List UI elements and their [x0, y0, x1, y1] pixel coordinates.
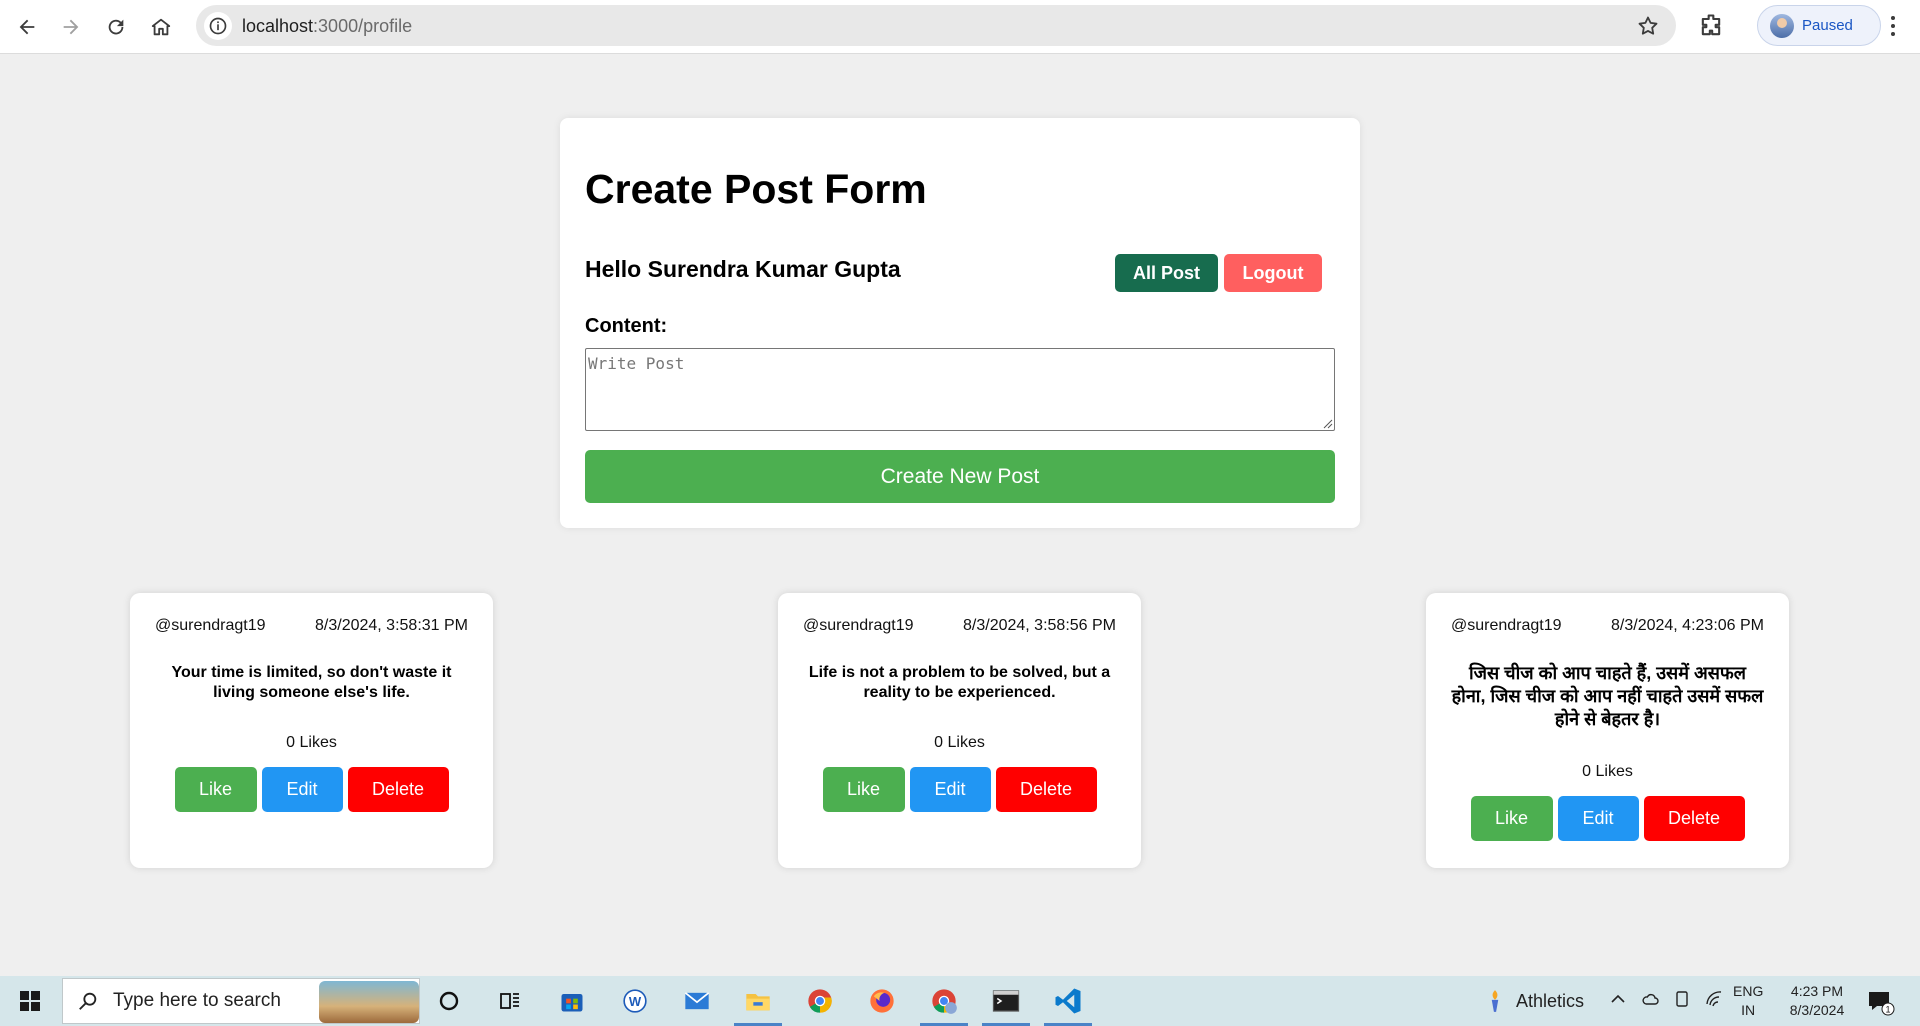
delete-button[interactable]: Delete: [995, 767, 1097, 812]
avatar: [1770, 13, 1794, 38]
device-icon[interactable]: [1673, 990, 1691, 1008]
url-host: localhost: [242, 16, 314, 36]
profile-button[interactable]: Paused: [1757, 5, 1881, 46]
post-actions: Like Edit Delete: [130, 767, 493, 812]
chevron-up-icon[interactable]: [1609, 990, 1627, 1008]
cloud-icon[interactable]: [1641, 990, 1659, 1008]
vscode-icon[interactable]: [1044, 985, 1092, 1026]
file-explorer-icon[interactable]: [734, 985, 782, 1026]
url-path: :3000/profile: [313, 16, 413, 36]
resize-grip-icon[interactable]: [1322, 418, 1333, 429]
browser-toolbar: localhost:3000/profile Paused: [0, 0, 1920, 54]
browser-menu-icon[interactable]: [1880, 12, 1906, 40]
chrome-profile-icon[interactable]: [920, 985, 968, 1026]
post-username: @surendragt19: [1451, 617, 1562, 634]
language-code: ENG: [1733, 983, 1764, 999]
reload-icon: [108, 19, 124, 35]
clock[interactable]: 4:23 PM 8/3/2024: [1782, 982, 1852, 1020]
edit-button[interactable]: Edit: [1557, 796, 1639, 841]
home-button[interactable]: [142, 8, 180, 46]
post-actions: Like Edit Delete: [1426, 796, 1789, 841]
delete-button[interactable]: Delete: [347, 767, 449, 812]
back-button[interactable]: [8, 8, 46, 46]
home-icon: [151, 18, 171, 36]
like-button[interactable]: Like: [174, 767, 257, 812]
content-label: Content:: [585, 315, 668, 337]
post-card: @surendragt19 8/3/2024, 3:58:56 PM Life …: [778, 593, 1141, 868]
post-username: @surendragt19: [803, 617, 914, 634]
edit-button[interactable]: Edit: [909, 767, 991, 812]
page-title: Create Post Form: [585, 166, 927, 212]
forward-button[interactable]: [52, 8, 90, 46]
taskbar: Type here to search W Athletics ENG IN 4…: [0, 976, 1920, 1026]
weather-text: Athletics: [1516, 990, 1585, 1011]
address-bar[interactable]: localhost:3000/profile: [196, 5, 1676, 46]
svg-text:W: W: [629, 994, 642, 1009]
torch-icon: [1491, 990, 1499, 1012]
post-content: Life is not a problem to be solved, but …: [808, 664, 1111, 701]
edit-button[interactable]: Edit: [261, 767, 343, 812]
post-likes: 0 Likes: [1582, 763, 1633, 780]
wifi-icon[interactable]: [1705, 990, 1723, 1008]
greeting-text: Hello Surendra Kumar Gupta: [585, 256, 901, 282]
search-icon: [79, 992, 97, 1010]
arrow-right-icon: [63, 19, 79, 35]
cortana-icon[interactable]: [433, 985, 465, 1017]
site-info-icon[interactable]: [204, 12, 232, 40]
search-placeholder: Type here to search: [113, 990, 281, 1011]
content-textarea[interactable]: [585, 348, 1335, 431]
create-post-button[interactable]: Create New Post: [585, 450, 1335, 503]
system-tray: [1609, 990, 1723, 1008]
weather-widget[interactable]: Athletics: [1482, 986, 1584, 1016]
notification-count: 1: [1885, 1005, 1890, 1015]
windows-start-icon[interactable]: [10, 988, 50, 1014]
like-button[interactable]: Like: [1470, 796, 1553, 841]
search-highlight-image: [319, 981, 419, 1023]
chrome-icon[interactable]: [804, 985, 836, 1017]
firefox-icon[interactable]: [866, 985, 898, 1017]
profile-status: Paused: [1802, 17, 1853, 34]
clock-date: 8/3/2024: [1789, 1002, 1845, 1018]
mail-icon[interactable]: [681, 985, 713, 1017]
post-timestamp: 8/3/2024, 4:23:06 PM: [1611, 617, 1764, 634]
notification-icon[interactable]: 1: [1866, 988, 1896, 1016]
url-text[interactable]: localhost:3000/profile: [242, 16, 412, 37]
extensions-icon[interactable]: [1697, 12, 1725, 40]
post-content: जिस चीज को आप चाहते हैं, उसमें असफल होना…: [1451, 663, 1764, 729]
delete-button[interactable]: Delete: [1643, 796, 1745, 841]
taskbar-search[interactable]: Type here to search: [62, 978, 420, 1024]
post-username: @surendragt19: [155, 617, 266, 634]
arrow-left-icon: [19, 19, 35, 35]
region-code: IN: [1741, 1002, 1756, 1018]
post-card: @surendragt19 8/3/2024, 3:58:31 PM Your …: [130, 593, 493, 868]
post-timestamp: 8/3/2024, 3:58:56 PM: [963, 617, 1116, 634]
post-likes: 0 Likes: [286, 734, 337, 751]
post-timestamp: 8/3/2024, 3:58:31 PM: [315, 617, 468, 634]
logout-button[interactable]: Logout: [1224, 254, 1322, 292]
terminal-icon[interactable]: [982, 985, 1030, 1026]
clock-time: 4:23 PM: [1790, 983, 1844, 999]
create-post-card: Create Post Form Hello Surendra Kumar Gu…: [560, 118, 1360, 528]
like-button[interactable]: Like: [822, 767, 905, 812]
all-post-button[interactable]: All Post: [1115, 254, 1218, 292]
post-actions: Like Edit Delete: [778, 767, 1141, 812]
bookmark-star-icon[interactable]: [1636, 14, 1660, 38]
post-content: Your time is limited, so don't waste it …: [171, 664, 452, 701]
language-indicator[interactable]: ENG IN: [1733, 982, 1763, 1020]
reload-button[interactable]: [97, 8, 135, 46]
post-likes: 0 Likes: [934, 734, 985, 751]
task-view-icon[interactable]: [494, 985, 526, 1017]
post-card: @surendragt19 8/3/2024, 4:23:06 PM जिस च…: [1426, 593, 1789, 868]
microsoft-store-icon[interactable]: [556, 985, 588, 1017]
word-icon[interactable]: W: [619, 985, 651, 1017]
